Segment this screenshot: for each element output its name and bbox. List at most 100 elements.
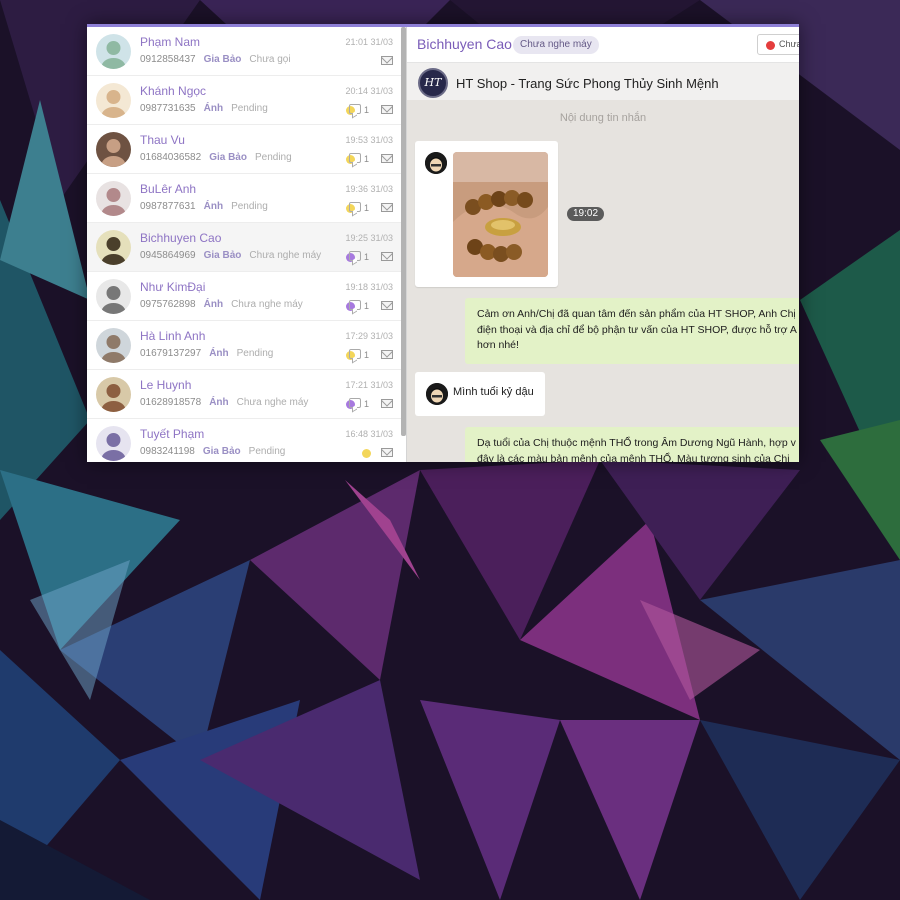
contact-phone: 01679137297 xyxy=(140,348,202,359)
call-status: Pending xyxy=(248,446,286,457)
shop-name: HT Shop - Trang Sức Phong Thủy Sinh Mệnh xyxy=(456,76,719,91)
mail-icon[interactable] xyxy=(381,301,393,310)
conversation-time: 19:25 31/03 xyxy=(345,233,393,243)
contact-meta: 0945864969 Gia Bảo Chưa nghe máy xyxy=(140,250,321,261)
contact-phone: 0975762898 xyxy=(140,299,196,310)
chat-header: Bichhuyen Cao Chưa nghe máy Chưa xyxy=(407,27,799,62)
shop-bar: HT HT Shop - Trang Sức Phong Thủy Sinh M… xyxy=(407,62,799,100)
contact-meta: 01679137297 Ánh Pending xyxy=(140,348,273,359)
avatar xyxy=(96,230,131,265)
contact-meta: 01684036582 Gia Bảo Pending xyxy=(140,152,292,163)
avatar xyxy=(96,328,131,363)
contact-meta: 01628918578 Ánh Chưa nghe máy xyxy=(140,397,308,408)
conversation-time: 21:01 31/03 xyxy=(345,37,393,47)
assigned-agent: Gia Bảo xyxy=(209,152,247,163)
call-status: Chưa gọi xyxy=(249,54,291,65)
chat-bubble-icon[interactable] xyxy=(349,104,361,114)
conversation-item[interactable]: Hà Linh Anh 01679137297 Ánh Pending 17:29 31… xyxy=(87,321,401,370)
avatar xyxy=(96,377,131,412)
contact-name: Bichhuyen Cao xyxy=(140,231,222,245)
message-count: 1 xyxy=(363,399,369,409)
conversation-item[interactable]: Phạm Nam 0912858437 Gia Bảo Chưa gọi 21:01 3… xyxy=(87,27,401,76)
contact-name: Tuyết Phạm xyxy=(140,427,205,441)
chat-bubble-icon[interactable] xyxy=(349,349,361,359)
conversation-item[interactable]: Khánh Ngọc 0987731635 Ánh Pending 20:14 31/0… xyxy=(87,76,401,125)
avatar xyxy=(96,34,131,69)
conversation-time: 17:29 31/03 xyxy=(345,331,393,341)
avatar xyxy=(96,279,131,314)
outgoing-message[interactable]: Dạ tuổi của Chị thuộc mệnh THỔ trong Âm … xyxy=(465,427,799,462)
chat-bubble-icon[interactable] xyxy=(349,153,361,163)
customer-avatar xyxy=(425,152,447,174)
conversation-list: Phạm Nam 0912858437 Gia Bảo Chưa gọi 21:01 3… xyxy=(87,27,401,462)
chat-status-badge[interactable]: Chưa nghe máy xyxy=(513,36,599,54)
mail-icon[interactable] xyxy=(381,448,393,457)
crm-chat-window: Phạm Nam 0912858437 Gia Bảo Chưa gọi 21:01 3… xyxy=(87,24,799,462)
contact-name: Hà Linh Anh xyxy=(140,329,206,343)
contact-name: Phạm Nam xyxy=(140,35,201,49)
mail-icon[interactable] xyxy=(381,252,393,261)
chat-title: Bichhuyen Cao xyxy=(417,36,512,52)
message-hint: Nội dung tin nhắn xyxy=(559,112,647,124)
conversation-time: 19:36 31/03 xyxy=(345,184,393,194)
outgoing-message[interactable]: Cảm ơn Anh/Chị đã quan tâm đến sản phẩm … xyxy=(465,298,799,364)
conversation-item[interactable]: Tuyết Phạm 0983241198 Gia Bảo Pending 16:48 … xyxy=(87,419,401,462)
mail-icon[interactable] xyxy=(381,399,393,408)
image-timestamp: 19:02 xyxy=(567,207,605,221)
call-status-button[interactable]: Chưa xyxy=(757,34,799,55)
chat-bubble-icon[interactable] xyxy=(349,398,361,408)
mail-icon[interactable] xyxy=(381,154,393,163)
conversation-time: 16:48 31/03 xyxy=(345,429,393,439)
conversation-item[interactable]: Le Huynh 01628918578 Ánh Chưa nghe máy 17:21… xyxy=(87,370,401,419)
message-line: hơn nhé! xyxy=(477,339,519,351)
message-count: 1 xyxy=(363,301,369,311)
conversation-item[interactable]: BuLêr Anh 0987877631 Ánh Pending 19:36 31/03… xyxy=(87,174,401,223)
call-status: Chưa nghe máy xyxy=(249,250,322,261)
conversation-time: 19:53 31/03 xyxy=(345,135,393,145)
assigned-agent: Gia Bảo xyxy=(203,54,242,65)
call-status: Pending xyxy=(236,348,274,359)
contact-name: Khánh Ngọc xyxy=(140,84,207,98)
image-message[interactable] xyxy=(415,141,558,287)
call-status: Chưa nghe máy xyxy=(231,299,303,310)
message-line: Cảm ơn Anh/Chị đã quan tâm đến sản phẩm … xyxy=(477,308,796,320)
assigned-agent: Ánh xyxy=(203,299,224,310)
assigned-agent: Ánh xyxy=(203,103,224,114)
assigned-agent: Ánh xyxy=(203,201,224,212)
chat-pane: Bichhuyen Cao Chưa nghe máy Chưa HT HT S… xyxy=(407,27,799,462)
incoming-message[interactable]: Mình tuổi kỷ dậu xyxy=(415,372,545,416)
assigned-agent: Gia Bảo xyxy=(203,250,242,261)
mail-icon[interactable] xyxy=(381,105,393,114)
avatar xyxy=(96,132,131,167)
contact-name: Như KimĐại xyxy=(140,280,206,294)
assigned-agent: Gia Bảo xyxy=(202,446,241,457)
call-status: Pending xyxy=(231,201,268,212)
mail-icon[interactable] xyxy=(381,350,393,359)
mail-icon[interactable] xyxy=(381,56,393,65)
message-line: đây là các màu bản mệnh của mệnh THỔ. Mà… xyxy=(477,452,790,463)
contact-name: Thau Vu xyxy=(140,133,185,147)
conversation-item[interactable]: Như KimĐại 0975762898 Ánh Chưa nghe máy 19:1… xyxy=(87,272,401,321)
status-dot-icon xyxy=(362,449,371,458)
conversation-time: 20:14 31/03 xyxy=(345,86,393,96)
contact-meta: 0912858437 Gia Bảo Chưa gọi xyxy=(140,54,291,65)
chat-bubble-icon[interactable] xyxy=(349,300,361,310)
chat-bubble-icon[interactable] xyxy=(349,202,361,212)
contact-phone: 0945864969 xyxy=(140,250,196,261)
contact-meta: 0987731635 Ánh Pending xyxy=(140,103,268,114)
avatar xyxy=(96,181,131,216)
contact-phone: 0987877631 xyxy=(140,201,196,212)
message-line: điện thoại và địa chỉ để bộ phận tư vấn … xyxy=(477,323,797,336)
contact-name: BuLêr Anh xyxy=(140,182,197,196)
message-count: 1 xyxy=(363,154,369,164)
assigned-agent: Ánh xyxy=(209,348,229,359)
chat-bubble-icon[interactable] xyxy=(349,251,361,261)
conversation-item[interactable]: Thau Vu 01684036582 Gia Bảo Pending 19:53 31… xyxy=(87,125,401,174)
call-status: Chưa nghe máy xyxy=(236,397,309,408)
bracelet-photo[interactable] xyxy=(453,152,548,277)
conversation-item[interactable]: Bichhuyen Cao 0945864969 Gia Bảo Chưa nghe … xyxy=(87,223,401,272)
contact-meta: 0983241198 Gia Bảo Pending xyxy=(140,446,285,457)
mail-icon[interactable] xyxy=(381,203,393,212)
avatar xyxy=(96,83,131,118)
message-text: Mình tuổi kỷ dậu xyxy=(453,386,534,398)
